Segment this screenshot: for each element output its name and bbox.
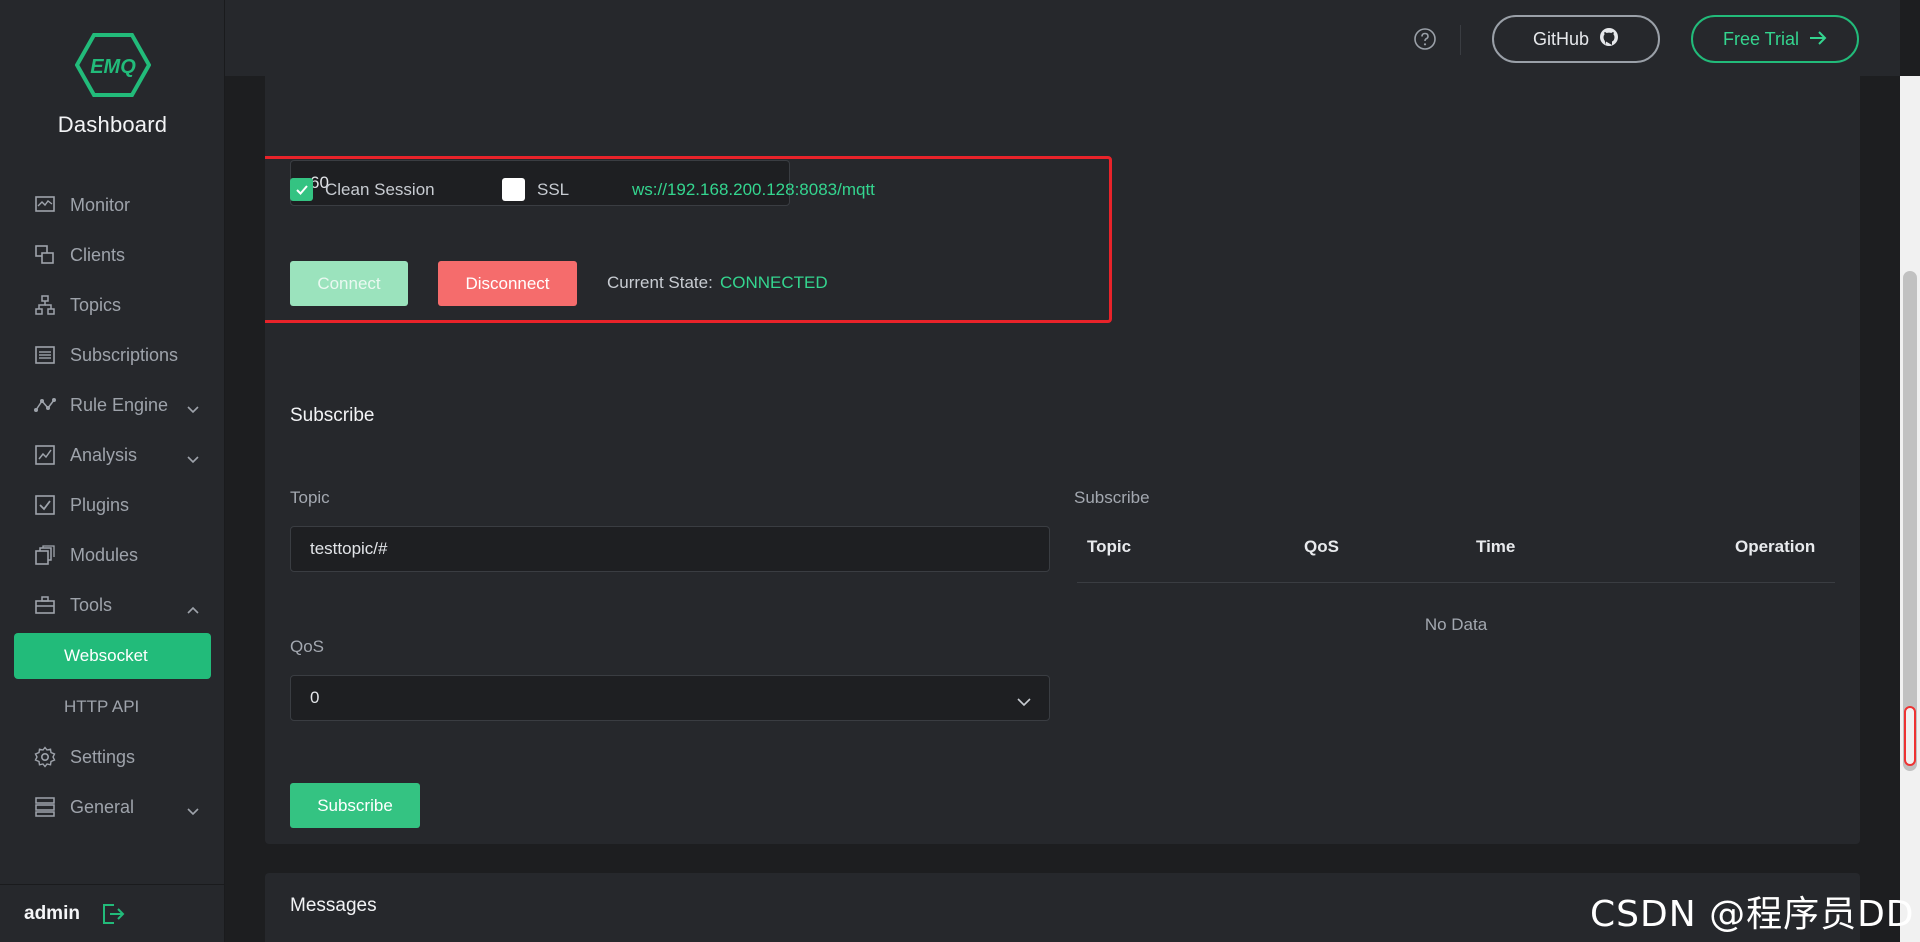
sidebar-item-settings[interactable]: Settings bbox=[0, 732, 225, 782]
sidebar-item-label: Rule Engine bbox=[70, 394, 169, 415]
connection-card: 60 Clean Session SSL ws://192.168.200.12… bbox=[265, 76, 1860, 426]
sidebar-nav: Monitor Clients Topics Subscriptions Rul… bbox=[0, 180, 225, 832]
clean-session-checkbox[interactable]: Clean Session bbox=[290, 178, 435, 201]
page-scrollbar[interactable] bbox=[1900, 76, 1920, 942]
github-icon bbox=[1599, 27, 1619, 52]
table-header-divider bbox=[1077, 582, 1835, 583]
scrollbar-thumb[interactable] bbox=[1903, 271, 1917, 771]
topics-icon bbox=[34, 294, 56, 316]
ssl-label: SSL bbox=[537, 179, 570, 199]
sidebar-item-rule-engine[interactable]: Rule Engine bbox=[0, 380, 225, 430]
brand-title: Dashboard bbox=[57, 112, 168, 137]
sidebar-item-plugins[interactable]: Plugins bbox=[0, 480, 225, 530]
current-state-label: Current State: bbox=[607, 273, 713, 292]
sidebar-item-label: Clients bbox=[70, 244, 126, 265]
sidebar-item-analysis[interactable]: Analysis bbox=[0, 430, 225, 480]
settings-icon bbox=[34, 746, 56, 768]
sidebar-item-modules[interactable]: Modules bbox=[0, 530, 225, 580]
github-button-label: GitHub bbox=[1532, 28, 1590, 49]
top-header: GitHub Free Trial bbox=[225, 0, 1900, 76]
qos-label: QoS bbox=[290, 637, 325, 656]
qos-select-value: 0 bbox=[310, 688, 320, 707]
connect-button[interactable]: Connect bbox=[290, 261, 408, 306]
svg-text:EMQ: EMQ bbox=[90, 56, 136, 78]
monitor-icon bbox=[34, 194, 56, 216]
checkbox-unchecked-icon bbox=[502, 178, 525, 201]
user-bar: admin bbox=[0, 884, 225, 942]
clean-session-label: Clean Session bbox=[325, 179, 435, 199]
chevron-down-icon bbox=[1017, 692, 1031, 712]
qos-select[interactable]: 0 bbox=[290, 675, 1050, 721]
emq-logo-icon: EMQ bbox=[74, 33, 151, 97]
column-header-qos: QoS bbox=[1304, 537, 1339, 556]
sidebar: EMQ Dashboard Monitor Clients Topics Sub… bbox=[0, 0, 225, 942]
help-icon[interactable] bbox=[1413, 27, 1437, 56]
column-header-time: Time bbox=[1476, 537, 1516, 556]
logo: EMQ Dashboard bbox=[0, 32, 225, 138]
sidebar-item-topics[interactable]: Topics bbox=[0, 280, 225, 330]
sidebar-item-label: Topics bbox=[70, 294, 122, 315]
sidebar-subitem-http-api[interactable]: HTTP API bbox=[0, 682, 225, 732]
sidebar-item-label: Settings bbox=[70, 746, 136, 767]
arrow-right-icon bbox=[1809, 29, 1827, 50]
sidebar-item-label: Analysis bbox=[70, 444, 138, 465]
chevron-down-icon bbox=[187, 448, 199, 469]
main-content: 60 Clean Session SSL ws://192.168.200.12… bbox=[265, 76, 1860, 942]
messages-title: Messages bbox=[290, 895, 377, 916]
sidebar-item-tools[interactable]: Tools bbox=[0, 580, 225, 630]
subscriptions-icon bbox=[34, 344, 56, 366]
header-divider bbox=[1460, 25, 1461, 55]
free-trial-button[interactable]: Free Trial bbox=[1691, 15, 1859, 63]
sidebar-item-label: Monitor bbox=[70, 194, 131, 215]
column-header-operation: Operation bbox=[1735, 537, 1816, 556]
watermark: CSDN @程序员DD bbox=[1590, 894, 1915, 935]
chevron-down-icon bbox=[187, 800, 199, 821]
sidebar-item-label: Subscriptions bbox=[70, 344, 179, 365]
topic-input[interactable]: testtopic/# bbox=[290, 526, 1050, 572]
subscribe-button[interactable]: Subscribe bbox=[290, 783, 420, 828]
sidebar-item-label: General bbox=[70, 796, 135, 817]
clients-icon bbox=[34, 244, 56, 266]
logout-icon[interactable] bbox=[102, 903, 126, 925]
analysis-icon bbox=[34, 444, 56, 466]
subscribe-title: Subscribe bbox=[290, 405, 375, 426]
current-state-value: CONNECTED bbox=[720, 273, 828, 292]
tools-icon bbox=[34, 594, 56, 616]
ssl-checkbox[interactable]: SSL bbox=[502, 178, 569, 201]
free-trial-label: Free Trial bbox=[1722, 28, 1800, 49]
modules-icon bbox=[34, 544, 56, 566]
chevron-down-icon bbox=[187, 398, 199, 419]
chevron-up-icon bbox=[187, 598, 199, 619]
sidebar-item-label: Tools bbox=[70, 594, 113, 615]
general-icon bbox=[34, 796, 56, 818]
scrollbar-highlight bbox=[1904, 706, 1916, 766]
disconnect-button[interactable]: Disconnect bbox=[438, 261, 577, 306]
plugins-icon bbox=[34, 494, 56, 516]
rule-engine-icon bbox=[34, 394, 56, 416]
empty-table-text: No Data bbox=[1424, 615, 1488, 634]
sidebar-item-general[interactable]: General bbox=[0, 782, 225, 832]
user-name: admin bbox=[24, 902, 80, 924]
github-button[interactable]: GitHub bbox=[1492, 15, 1660, 63]
subscribe-card: Subscribe Topic testtopic/# QoS 0 Subscr… bbox=[265, 379, 1860, 844]
websocket-url: ws://192.168.200.128:8083/mqtt bbox=[632, 180, 875, 199]
sidebar-subitem-websocket[interactable]: Websocket bbox=[14, 633, 211, 679]
sidebar-item-monitor[interactable]: Monitor bbox=[0, 180, 225, 230]
sidebar-item-label: Modules bbox=[70, 544, 139, 565]
topic-label: Topic bbox=[290, 488, 330, 507]
column-header-topic: Topic bbox=[1087, 537, 1132, 556]
sidebar-item-label: Plugins bbox=[70, 494, 130, 515]
sidebar-item-clients[interactable]: Clients bbox=[0, 230, 225, 280]
sidebar-item-subscriptions[interactable]: Subscriptions bbox=[0, 330, 225, 380]
checkbox-checked-icon bbox=[290, 178, 313, 201]
subscribe-table-title: Subscribe bbox=[1074, 488, 1150, 507]
app-root: EMQ Dashboard Monitor Clients Topics Sub… bbox=[0, 0, 1920, 942]
